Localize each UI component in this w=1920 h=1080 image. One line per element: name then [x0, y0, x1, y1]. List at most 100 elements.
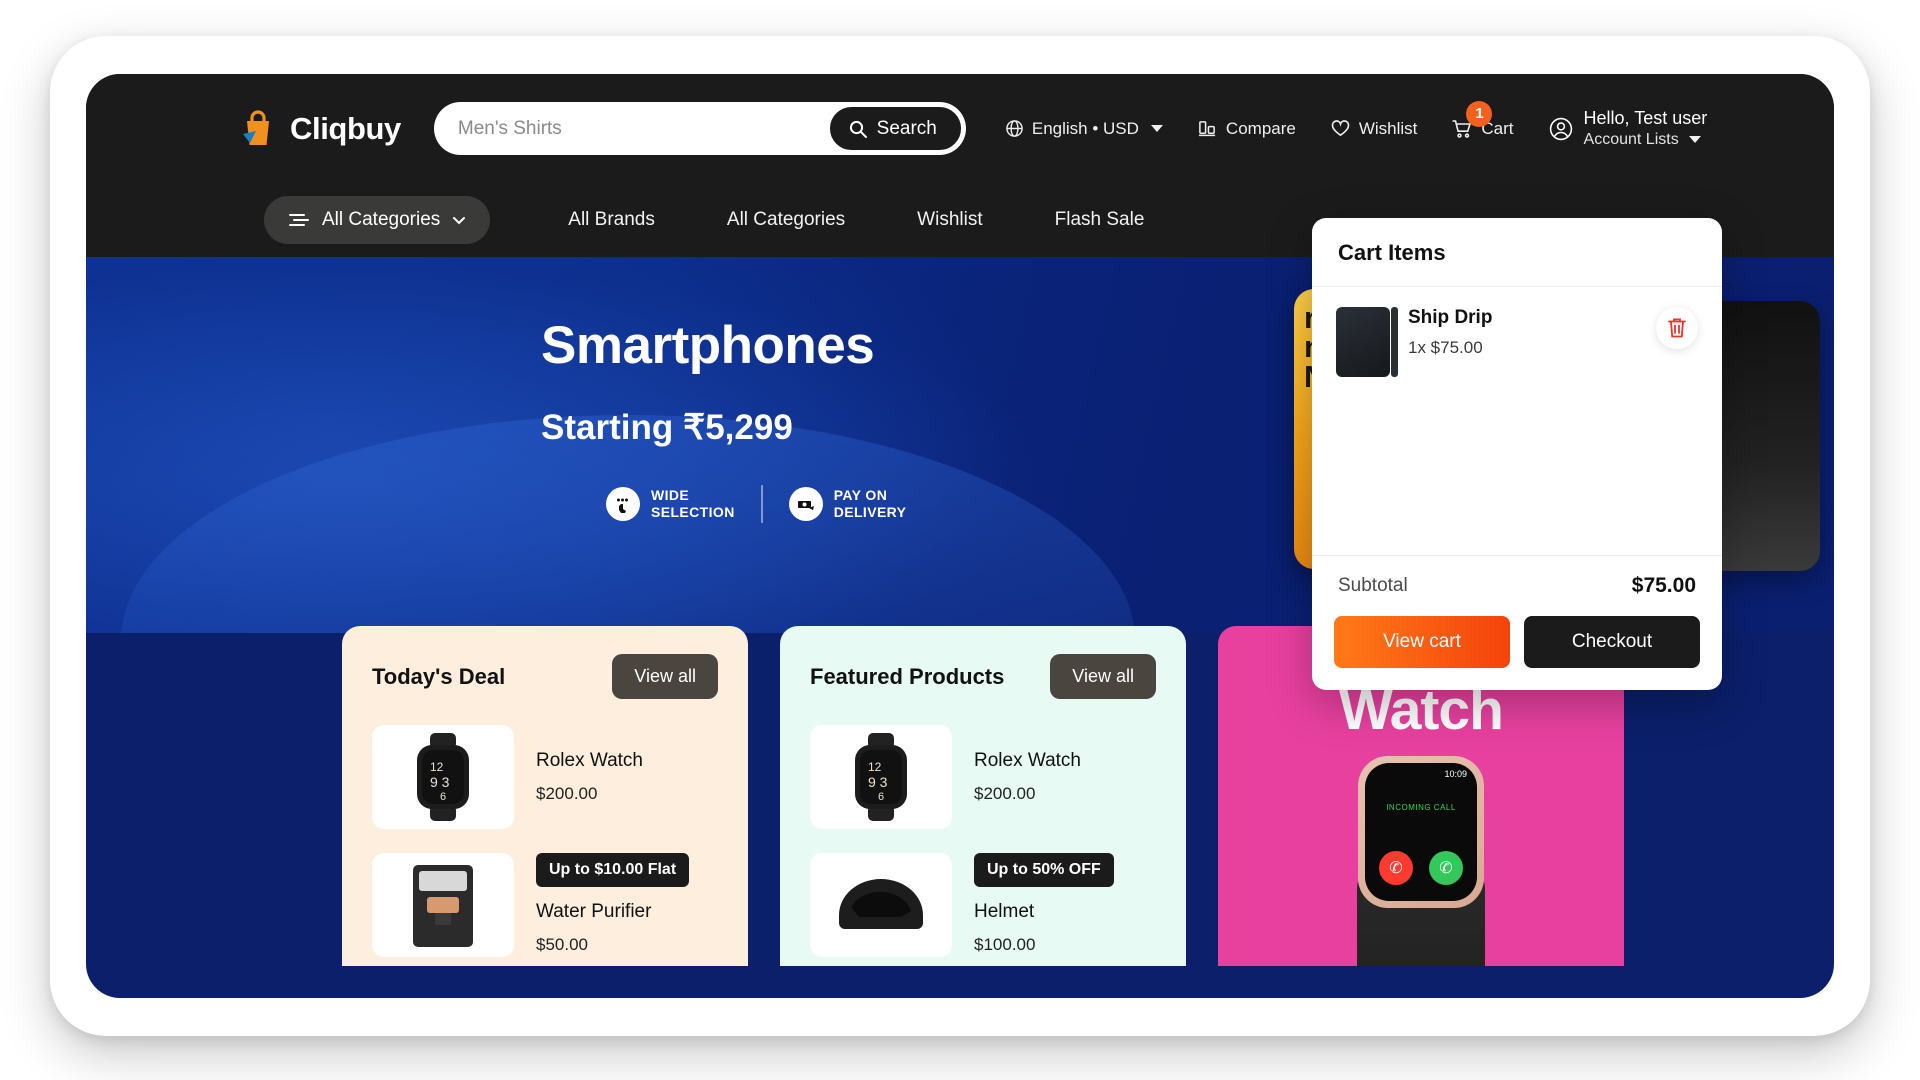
hero-feature-2-line1: PAY ON — [833, 487, 888, 504]
search-bar[interactable]: Men's Shirts Search — [433, 102, 966, 155]
cart-item-name: Ship Drip — [1408, 307, 1493, 328]
account-greeting: Hello, Test user — [1583, 107, 1708, 128]
search-button-label: Search — [876, 117, 937, 139]
checkout-button[interactable]: Checkout — [1524, 616, 1700, 668]
view-all-button-todays-deal[interactable]: View all — [612, 654, 718, 699]
view-all-button-featured-products[interactable]: View all — [1050, 654, 1156, 699]
compare-link[interactable]: Compare — [1180, 119, 1313, 139]
header-utility-links: English • USD Compare Wishlist Cart 1 He… — [988, 100, 1720, 149]
watch-time: 10:09 — [1444, 769, 1467, 779]
svg-text:9 3: 9 3 — [430, 774, 450, 790]
cart-count-badge: 1 — [1466, 100, 1493, 127]
product-name: Helmet — [974, 901, 1035, 922]
product-price: $50.00 — [536, 935, 588, 954]
svg-text:12: 12 — [868, 760, 882, 774]
account-sub-label: Account Lists — [1583, 130, 1679, 148]
product-row[interactable]: 12 9 3 6 Rolex Watch $200.00 — [372, 725, 718, 829]
watch-product-image: 10:09 INCOMING CALL ✆ ✆ — [1286, 748, 1556, 966]
all-categories-button[interactable]: All Categories — [264, 196, 491, 244]
hero-title: Smartphones — [541, 316, 875, 375]
smartwatch-icon: 12 9 3 6 — [810, 725, 952, 829]
trash-icon[interactable] — [1656, 307, 1698, 349]
cart-list-item: Ship Drip 1x $75.00 — [1336, 307, 1698, 377]
cash-delivery-icon — [788, 487, 823, 521]
hero-feature-wide-selection: WIDE SELECTION — [606, 487, 735, 521]
watch-screen: 10:09 INCOMING CALL ✆ ✆ — [1365, 763, 1477, 901]
product-row[interactable]: 12 9 3 6 Rolex Watch $200.00 — [810, 725, 1156, 829]
cart-item-thumbnail — [1336, 307, 1398, 377]
brand-logo[interactable]: Cliqbuy — [238, 108, 401, 150]
product-name: Rolex Watch — [536, 750, 643, 771]
cart-item-qty-price: 1x $75.00 — [1408, 338, 1483, 357]
svg-text:6: 6 — [440, 791, 446, 803]
watch-face: 10:09 INCOMING CALL ✆ ✆ — [1358, 756, 1484, 908]
product-badge: Up to 50% OFF — [974, 853, 1114, 887]
product-price: $200.00 — [536, 784, 598, 803]
product-row[interactable]: Up to 50% OFF Helmet $100.00 — [810, 853, 1156, 957]
hero-feature-1-line2: SELECTION — [651, 504, 735, 520]
watch-call-label: INCOMING CALL — [1386, 803, 1456, 812]
cart-items-list: Ship Drip 1x $75.00 — [1312, 287, 1722, 555]
page-viewport: Cliqbuy Men's Shirts Search English • US… — [86, 74, 1834, 998]
cart-link[interactable]: Cart 1 — [1434, 100, 1530, 139]
card-title-featured-products: Featured Products — [810, 663, 1005, 689]
view-cart-button[interactable]: View cart — [1334, 616, 1510, 668]
compare-label: Compare — [1225, 118, 1296, 138]
svg-text:9 3: 9 3 — [868, 774, 888, 790]
site-header: Cliqbuy Men's Shirts Search English • US… — [86, 74, 1834, 183]
chevron-down-icon — [1688, 135, 1701, 143]
hero-feature-pay-on-delivery: PAY ON DELIVERY — [788, 487, 907, 521]
cart-subtotal-value: $75.00 — [1631, 574, 1696, 597]
product-row[interactable]: Up to $10.00 Flat Water Purifier $50.00 — [372, 853, 718, 957]
user-circle-icon — [1548, 116, 1574, 142]
language-currency-label: English • USD — [1031, 118, 1139, 138]
all-categories-label: All Categories — [322, 209, 441, 230]
cart-subtotal-row: Subtotal $75.00 — [1312, 555, 1722, 616]
globe-icon — [1005, 119, 1024, 138]
search-button[interactable]: Search — [827, 105, 963, 152]
smartwatch-icon: 12 9 3 6 — [372, 725, 514, 829]
hero-subtitle: Starting ₹5,299 — [541, 408, 793, 447]
helmet-icon — [810, 853, 952, 957]
product-name: Rolex Watch — [974, 750, 1081, 771]
search-icon — [848, 119, 868, 139]
search-input[interactable]: Men's Shirts — [458, 118, 562, 140]
language-currency-selector[interactable]: English • USD — [988, 119, 1180, 139]
chevron-down-icon — [1150, 125, 1163, 132]
cart-action-buttons: View cart Checkout — [1312, 616, 1722, 690]
product-price: $100.00 — [974, 935, 1036, 954]
tap-hand-icon — [606, 487, 640, 521]
phone-accept-icon: ✆ — [1429, 851, 1463, 885]
hero-feature-divider — [760, 485, 763, 523]
nav-item-flash-sale[interactable]: Flash Sale — [1019, 209, 1181, 231]
account-menu[interactable]: Hello, Test user Account Lists — [1531, 108, 1720, 149]
svg-text:6: 6 — [878, 791, 884, 803]
cart-panel-title: Cart Items — [1312, 218, 1722, 287]
hero-feature-2-line2: DELIVERY — [833, 504, 907, 520]
water-purifier-icon — [372, 853, 514, 957]
nav-item-wishlist[interactable]: Wishlist — [881, 209, 1018, 231]
shopping-bag-icon — [238, 108, 278, 150]
cart-dropdown-panel: Cart Items Ship Drip 1x $75.00 Subtotal … — [1312, 218, 1722, 690]
svg-text:12: 12 — [430, 760, 444, 774]
nav-item-all-brands[interactable]: All Brands — [532, 209, 691, 231]
wishlist-label: Wishlist — [1358, 118, 1418, 138]
brand-name: Cliqbuy — [290, 110, 401, 146]
hero-feature-1-line1: WIDE — [651, 487, 690, 504]
product-badge: Up to $10.00 Flat — [536, 853, 690, 887]
card-todays-deal: Today's Deal View all 12 9 3 6 Rolex Wat… — [342, 626, 748, 966]
product-name: Water Purifier — [536, 901, 652, 922]
card-title-todays-deal: Today's Deal — [372, 663, 506, 689]
product-price: $200.00 — [974, 784, 1036, 803]
hero-copy: Smartphones Starting ₹5,299 — [541, 315, 875, 448]
hamburger-list-icon — [288, 212, 310, 228]
card-featured-products: Featured Products View all 12 9 3 6 Role… — [780, 626, 1186, 966]
cart-subtotal-label: Subtotal — [1338, 575, 1408, 596]
wishlist-link[interactable]: Wishlist — [1313, 119, 1435, 139]
hero-feature-list: WIDE SELECTION PAY ON DELIVERY — [606, 485, 906, 523]
compare-icon — [1197, 119, 1218, 138]
nav-item-all-categories[interactable]: All Categories — [691, 209, 881, 231]
phone-decline-icon: ✆ — [1379, 851, 1413, 885]
chevron-down-icon — [452, 215, 466, 225]
heart-icon — [1330, 119, 1351, 138]
